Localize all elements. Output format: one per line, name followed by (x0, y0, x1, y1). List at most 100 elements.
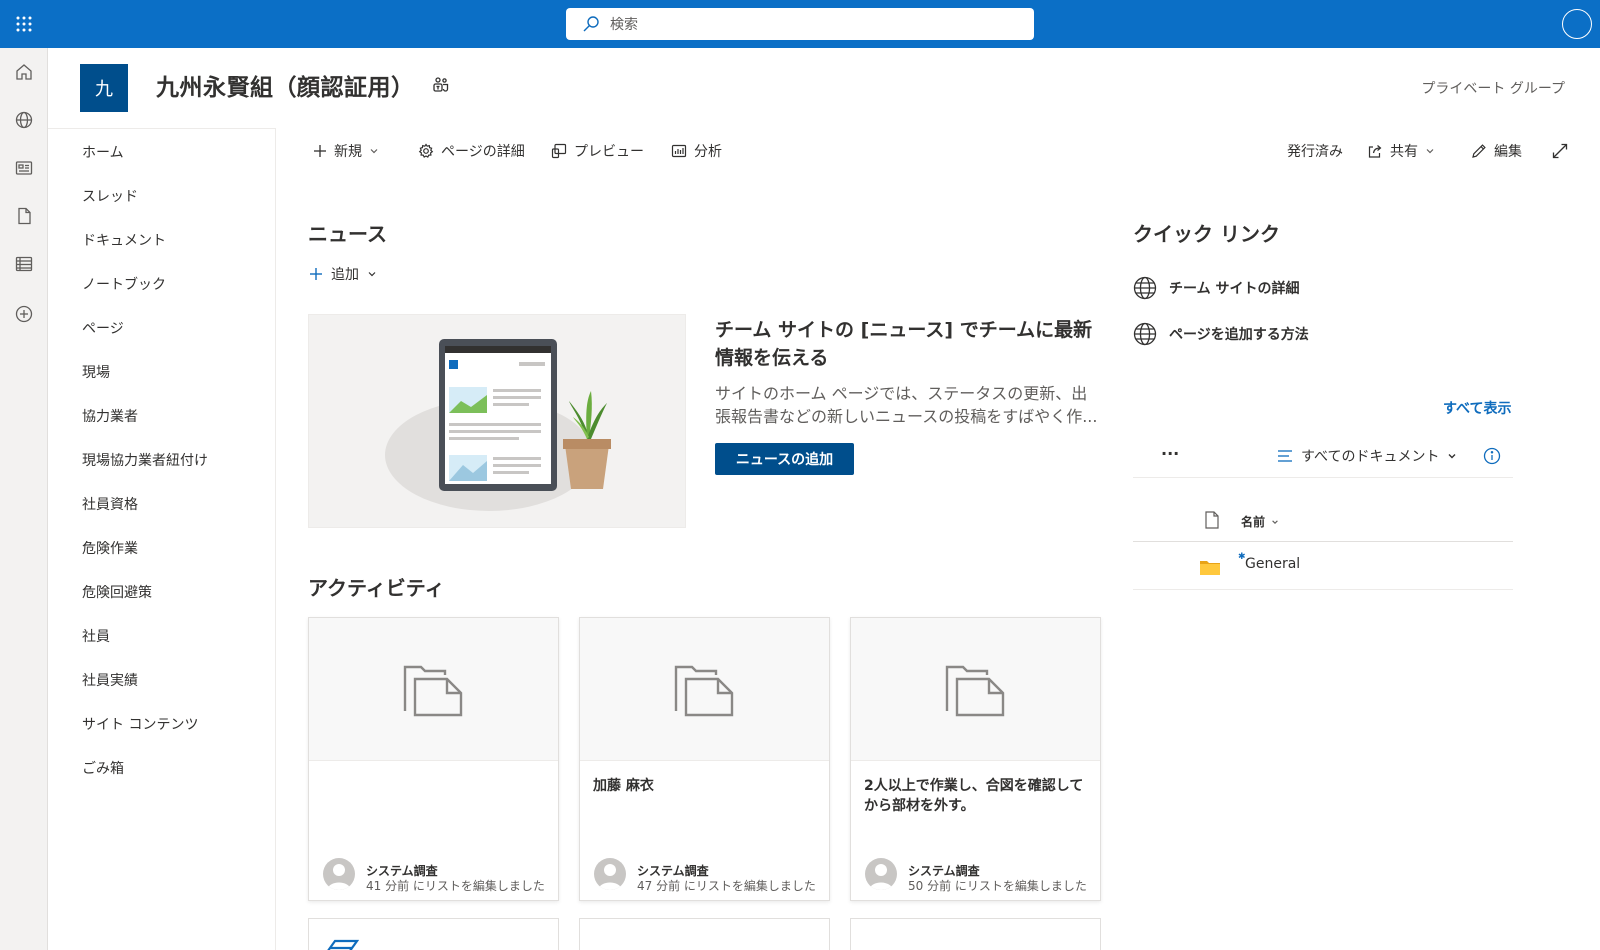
folder-document-icon (945, 661, 1007, 717)
news-icon (15, 159, 33, 177)
edit-button[interactable]: 編集 (1471, 140, 1522, 162)
published-status-label: 発行済み (1287, 144, 1343, 160)
quicklink-item[interactable]: ページを追加する方法 (1133, 322, 1309, 346)
add-news-button[interactable]: ニュースの追加 (715, 443, 854, 475)
activity-card-meta: 47 分前 にリストを編集しました (637, 879, 816, 893)
news-section-title: ニュース (308, 222, 387, 246)
search-placeholder: 検索 (610, 17, 638, 33)
new-label: 新規 (334, 144, 362, 160)
share-button[interactable]: 共有 (1367, 140, 1435, 162)
plus-icon (309, 267, 323, 281)
activity-section-title: アクティビティ (308, 576, 445, 600)
activity-card[interactable] (850, 918, 1101, 950)
share-icon (1367, 143, 1383, 159)
news-add-button[interactable]: 追加 (309, 264, 377, 284)
document-icon (15, 207, 33, 225)
quicklink-item[interactable]: チーム サイトの詳細 (1133, 276, 1299, 300)
analytics-label: 分析 (694, 144, 722, 160)
share-label: 共有 (1390, 144, 1418, 160)
name-column-label: 名前 (1241, 515, 1266, 529)
view-switcher[interactable]: すべてのドキュメント (1277, 446, 1457, 466)
activity-card[interactable] (579, 918, 830, 950)
nav-item-partners[interactable]: 協力業者 (82, 406, 138, 426)
activity-card-meta: 41 分前 にリストを編集しました (366, 879, 545, 893)
activity-card[interactable] (308, 918, 559, 950)
appbar-home[interactable] (0, 48, 48, 96)
nav-item-employees[interactable]: 社員 (82, 626, 110, 646)
site-title[interactable]: 九州永賢組（顔認証用） (156, 68, 415, 102)
activity-card-thumbnail (851, 618, 1100, 761)
chevron-down-icon (1425, 146, 1435, 156)
preview-label: プレビュー (574, 144, 644, 160)
nav-item-pages[interactable]: ページ (82, 318, 124, 338)
preview-button[interactable]: プレビュー (551, 140, 644, 162)
nav-item-employee-records[interactable]: 社員実績 (82, 670, 138, 690)
nav-item-home[interactable]: ホーム (82, 142, 124, 162)
nav-item-site-partner-link[interactable]: 現場協力業者紐付け (82, 450, 208, 470)
globe-icon (15, 111, 33, 129)
chevron-down-icon (369, 146, 379, 156)
teams-button[interactable] (432, 76, 450, 94)
analytics-button[interactable]: 分析 (671, 140, 722, 162)
info-button[interactable] (1483, 447, 1501, 465)
activity-card[interactable]: システム調査 41 分前 にリストを編集しました (308, 617, 559, 901)
group-type-label: プライベート グループ (1421, 81, 1565, 97)
nav-item-sites[interactable]: 現場 (82, 362, 110, 382)
news-description: サイトのホーム ページでは、ステータスの更新、出張報告書などの新しいニュースの投… (715, 384, 1098, 426)
analytics-icon (671, 143, 687, 159)
nav-item-site-contents[interactable]: サイト コンテンツ (82, 714, 198, 734)
site-logo-letter: 九 (95, 79, 113, 100)
news-headline[interactable]: チーム サイトの [ニュース] でチームに最新情報を伝える (715, 316, 1101, 372)
suite-bar: 検索 (0, 0, 1600, 48)
appbar-create[interactable] (0, 290, 48, 338)
news-add-label: 追加 (331, 267, 359, 283)
site-logo[interactable]: 九 (80, 64, 128, 112)
doclib-column-header: 名前 (1133, 500, 1513, 542)
nav-item-threads[interactable]: スレッド (82, 186, 138, 206)
activity-card[interactable]: 加藤 麻衣 システム調査 47 分前 にリストを編集しました (579, 617, 830, 901)
more-actions-button[interactable]: ... (1161, 440, 1179, 459)
edit-label: 編集 (1494, 144, 1522, 160)
teams-icon (432, 76, 450, 94)
folder-icon (1200, 559, 1220, 575)
view-list-icon (1277, 449, 1293, 463)
table-row[interactable]: ✱ General (1133, 546, 1513, 590)
see-all-link[interactable]: すべて表示 (1443, 398, 1511, 418)
activity-card-title: 2人以上で作業し、合図を確認してから部材を外す。 (864, 778, 1084, 814)
appbar-news[interactable] (0, 144, 48, 192)
nav-item-hazardous-work[interactable]: 危険作業 (82, 538, 138, 558)
new-button[interactable]: 新規 (313, 140, 379, 162)
account-avatar[interactable] (1562, 9, 1592, 39)
avatar (865, 858, 897, 890)
nav-item-recycle-bin[interactable]: ごみ箱 (82, 758, 124, 778)
published-status: 発行済み (1287, 140, 1343, 162)
avatar (323, 858, 355, 890)
nav-item-notebook[interactable]: ノートブック (82, 274, 166, 294)
cube-icon (323, 937, 359, 950)
activity-card[interactable]: 2人以上で作業し、合図を確認してから部材を外す。 システム調査 50 分前 にリ… (850, 617, 1101, 901)
nav-item-employee-qualifications[interactable]: 社員資格 (82, 494, 138, 514)
app-launcher-button[interactable] (0, 0, 48, 48)
folder-document-icon (674, 661, 736, 717)
expand-button[interactable] (1552, 140, 1568, 162)
avatar (594, 858, 626, 890)
waffle-icon (16, 16, 32, 32)
preview-icon (551, 143, 567, 159)
page-details-button[interactable]: ページの詳細 (418, 140, 525, 162)
gear-icon (418, 143, 434, 159)
quicklink-label: ページを追加する方法 (1169, 327, 1309, 343)
appbar-lists[interactable] (0, 240, 48, 288)
appbar-sites[interactable] (0, 96, 48, 144)
expand-icon (1552, 143, 1568, 159)
file-name[interactable]: General (1245, 556, 1300, 572)
news-illustration (308, 314, 686, 528)
nav-item-documents[interactable]: ドキュメント (82, 230, 166, 250)
globe-icon (1133, 276, 1157, 300)
doclib-command-bar: ... すべてのドキュメント (1133, 436, 1513, 478)
search-input[interactable]: 検索 (566, 8, 1034, 40)
activity-card-thumbnail (309, 618, 558, 761)
app-bar (0, 48, 48, 950)
name-column-header[interactable]: 名前 (1241, 513, 1279, 530)
appbar-files[interactable] (0, 192, 48, 240)
nav-item-hazard-avoidance[interactable]: 危険回避策 (82, 582, 152, 602)
